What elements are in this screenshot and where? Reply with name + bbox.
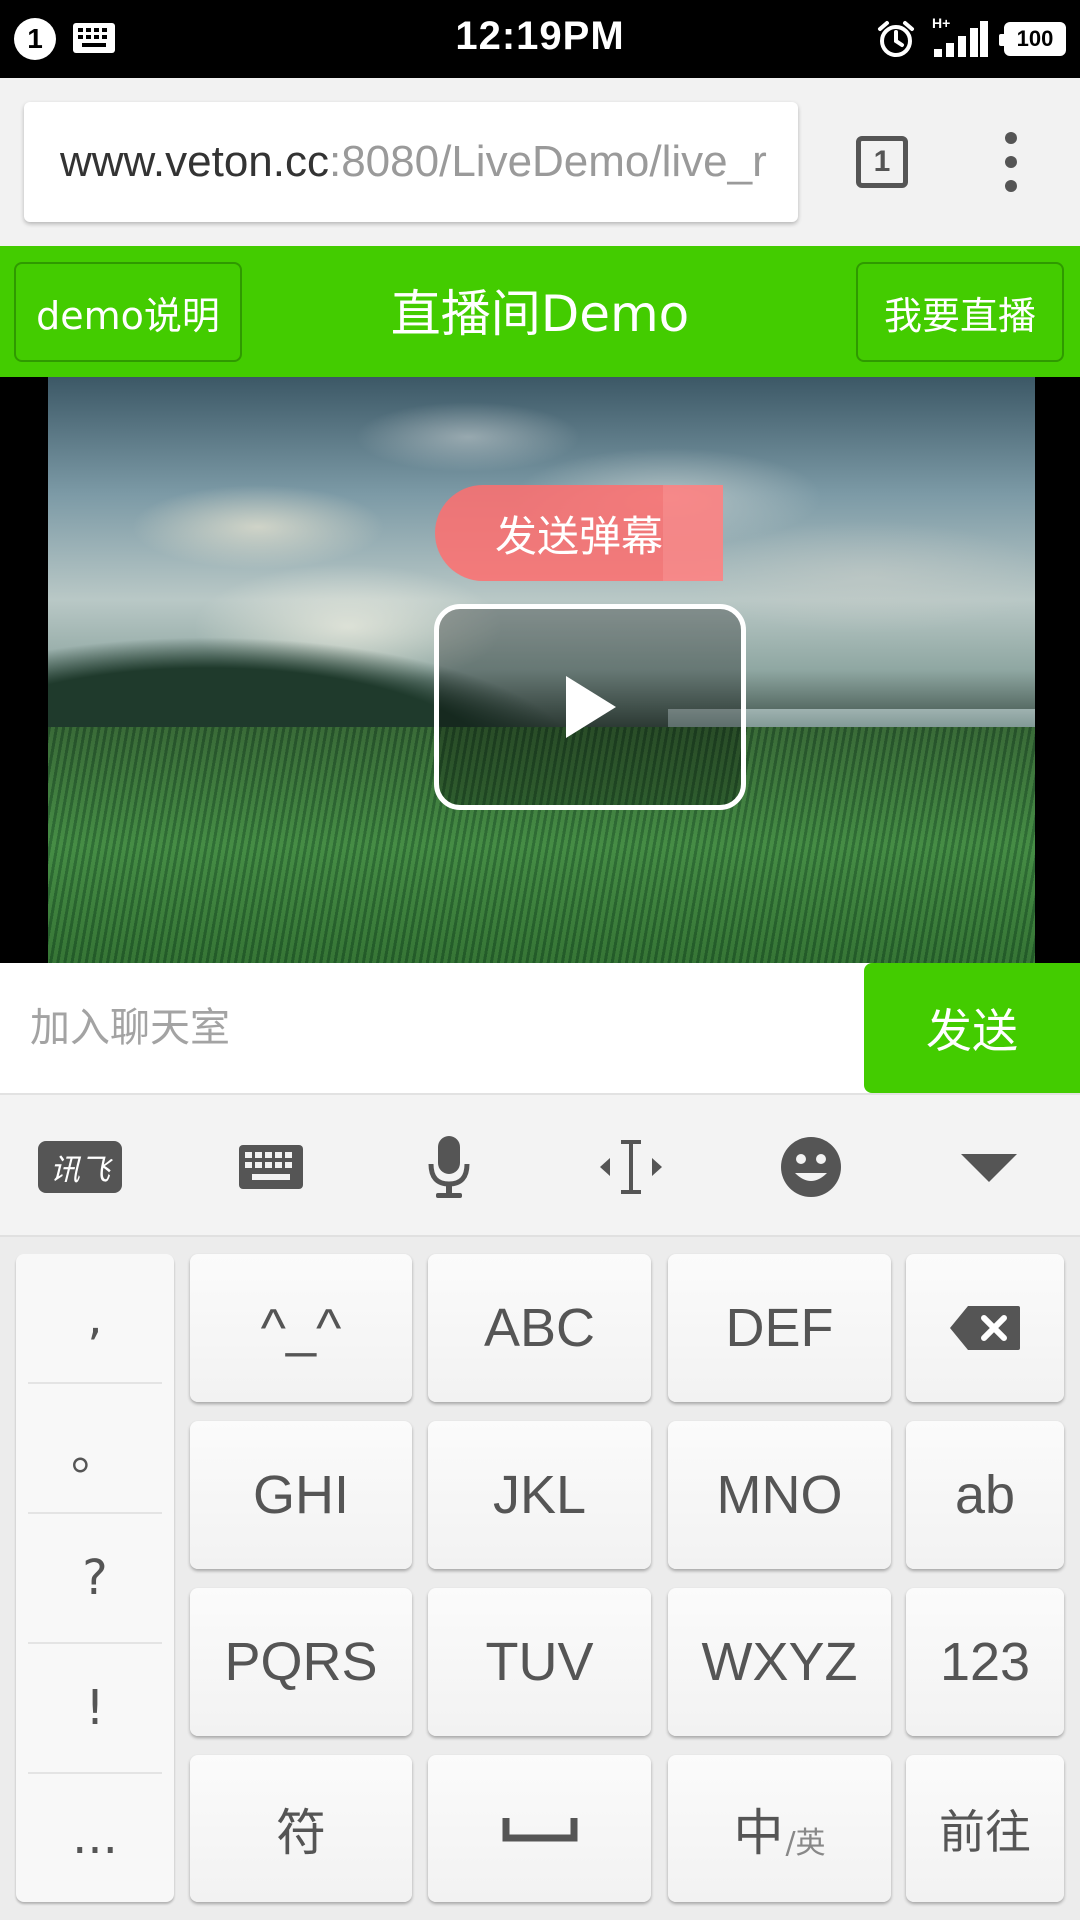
key-ghi[interactable]: GHI bbox=[190, 1421, 412, 1569]
ime-toolbar: 讯飞 bbox=[0, 1097, 1080, 1237]
xunfei-label: 讯飞 bbox=[38, 1141, 122, 1193]
key-tuv[interactable]: TUV bbox=[428, 1588, 651, 1736]
signal-icon bbox=[934, 21, 988, 57]
go-key[interactable]: 前往 bbox=[906, 1755, 1064, 1902]
alarm-icon bbox=[878, 21, 914, 57]
backspace-key[interactable] bbox=[906, 1254, 1064, 1402]
keyboard: , 。 ? ! ... ^_^ ABC DEF GHI JKL MNO ab P… bbox=[0, 1237, 1080, 1920]
language-main-label: 中 bbox=[733, 1803, 784, 1862]
key-latin-mode[interactable]: ab bbox=[906, 1421, 1064, 1569]
space-icon bbox=[502, 1817, 577, 1841]
emoji-icon[interactable] bbox=[778, 1127, 844, 1207]
language-sub-label: /英 bbox=[785, 1826, 826, 1861]
key-number-mode[interactable]: 123 bbox=[906, 1588, 1064, 1736]
symbol-key[interactable]: ... bbox=[28, 1772, 162, 1902]
video-player[interactable]: 发送弹幕 bbox=[0, 377, 1080, 963]
url-bar[interactable]: www.veton.cc:8080/LiveDemo/live_r bbox=[24, 102, 798, 222]
start-live-button[interactable]: 我要直播 bbox=[856, 262, 1064, 362]
play-button[interactable] bbox=[434, 604, 746, 810]
backspace-icon bbox=[950, 1306, 1020, 1350]
symbol-key[interactable]: , bbox=[28, 1254, 162, 1384]
keyboard-icon[interactable] bbox=[236, 1127, 306, 1207]
symbol-key[interactable]: 。 bbox=[28, 1384, 162, 1514]
key-mno[interactable]: MNO bbox=[668, 1421, 891, 1569]
symbol-key[interactable]: ? bbox=[28, 1514, 162, 1644]
xunfei-logo-icon[interactable]: 讯飞 bbox=[38, 1127, 122, 1207]
key-emoticon[interactable]: ^_^ bbox=[190, 1254, 412, 1402]
url-path: :8080/LiveDemo/live_r bbox=[328, 137, 767, 186]
video-poster-image: 发送弹幕 bbox=[48, 377, 1035, 963]
cursor-move-icon[interactable] bbox=[596, 1127, 666, 1207]
symbol-column: , 。 ? ! ... bbox=[16, 1254, 174, 1902]
key-pqrs[interactable]: PQRS bbox=[190, 1588, 412, 1736]
status-bar: 1 12:19PM H+ 100 bbox=[0, 0, 1080, 78]
url-host: www.veton.cc bbox=[60, 137, 329, 186]
play-icon bbox=[566, 676, 616, 738]
language-switch-key[interactable]: 中/英 bbox=[668, 1755, 891, 1902]
symbol-key[interactable]: ! bbox=[28, 1644, 162, 1774]
battery-icon: 100 bbox=[999, 22, 1066, 56]
key-wxyz[interactable]: WXYZ bbox=[668, 1588, 891, 1736]
tab-switcher-button[interactable]: 1 bbox=[856, 136, 908, 188]
browser-menu-icon[interactable] bbox=[998, 132, 1024, 192]
browser-toolbar: www.veton.cc:8080/LiveDemo/live_r 1 bbox=[0, 78, 1080, 246]
microphone-icon[interactable] bbox=[424, 1127, 474, 1207]
key-def[interactable]: DEF bbox=[668, 1254, 891, 1402]
key-abc[interactable]: ABC bbox=[428, 1254, 651, 1402]
send-button[interactable]: 发送 bbox=[864, 963, 1080, 1093]
send-danmu-button[interactable]: 发送弹幕 bbox=[435, 485, 723, 581]
collapse-icon[interactable] bbox=[958, 1127, 1020, 1207]
signal-group: H+ bbox=[932, 15, 988, 59]
key-symbols[interactable]: 符 bbox=[190, 1755, 412, 1902]
space-key[interactable] bbox=[428, 1755, 651, 1902]
chat-input[interactable] bbox=[0, 963, 864, 1093]
key-jkl[interactable]: JKL bbox=[428, 1421, 651, 1569]
status-icons: H+ 100 bbox=[876, 14, 1066, 64]
chat-input-row: 发送 bbox=[0, 963, 1080, 1095]
page-header: demo说明 直播间Demo 我要直播 bbox=[0, 246, 1080, 377]
